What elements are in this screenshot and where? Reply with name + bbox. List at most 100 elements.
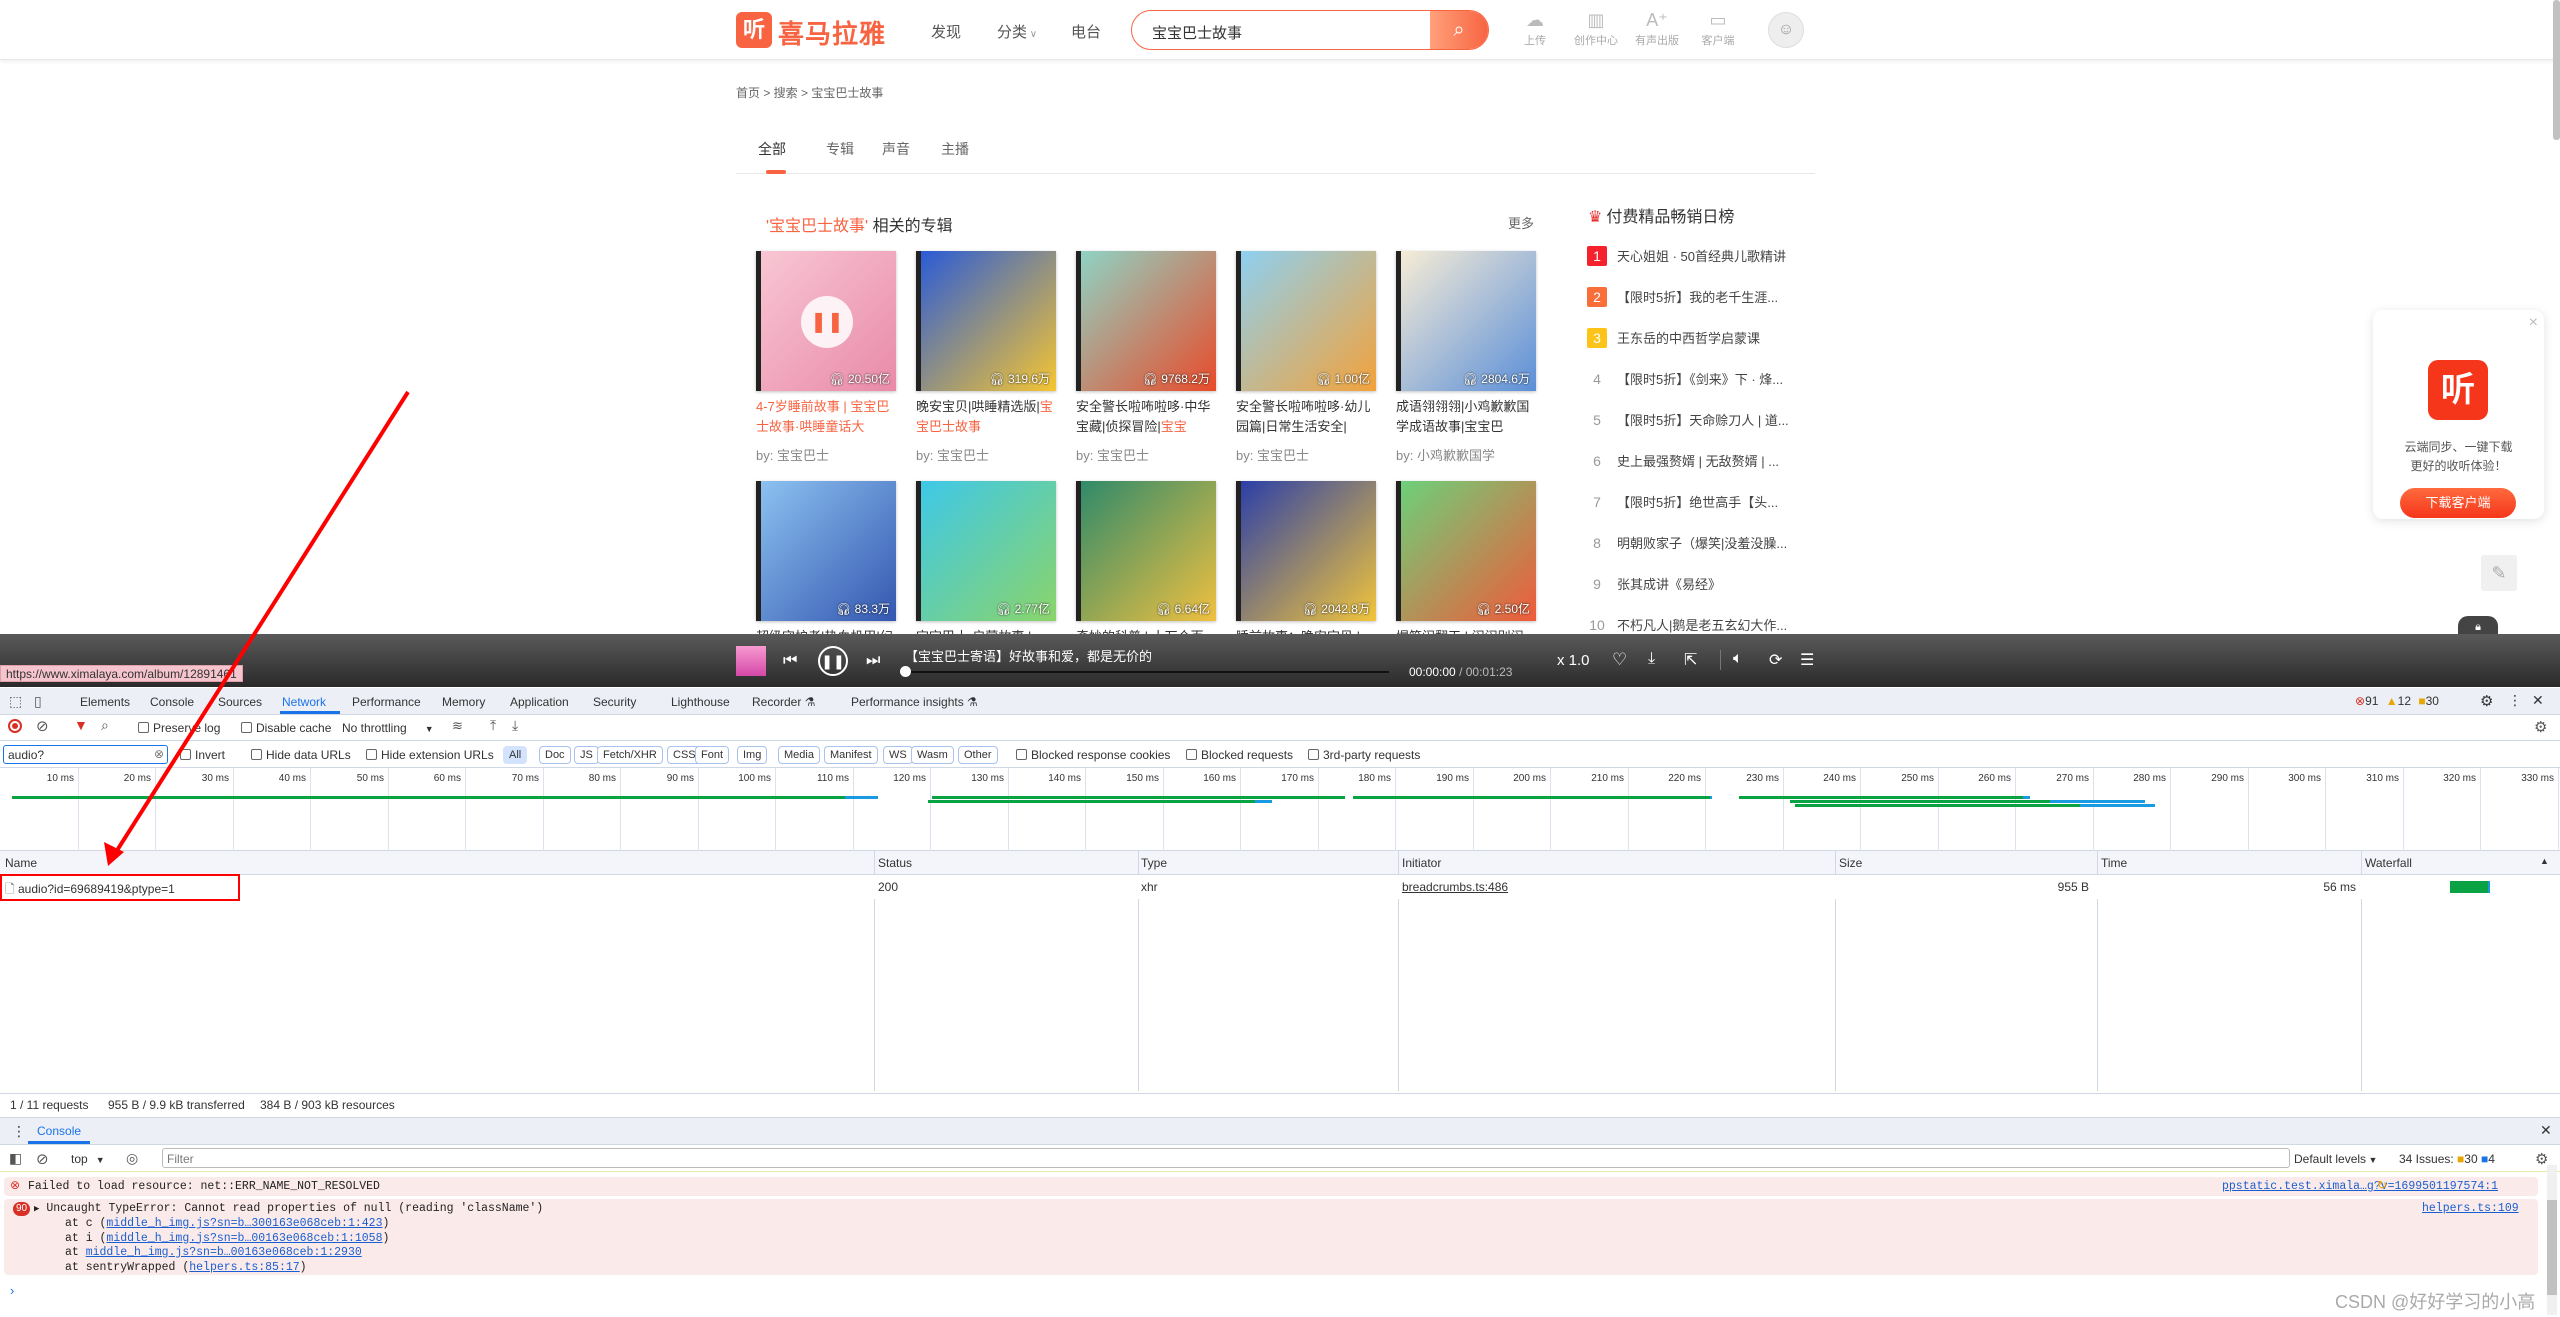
col-initiator[interactable]: Initiator (1402, 856, 1441, 870)
album-title[interactable]: 安全警长啦咘啦哆·幼儿园篇|日常生活安全| (1236, 397, 1376, 437)
album-cover[interactable]: 🎧︎ 2.77亿 (916, 481, 1056, 621)
album-cover[interactable]: 🎧︎ 2042.8万 (1236, 481, 1376, 621)
album-cover[interactable]: 🎧︎ 6.64亿 (1076, 481, 1216, 621)
nav-discover[interactable]: 发现 (931, 21, 961, 42)
album-card[interactable]: ❚❚ 🎧︎ 20.50亿 4-7岁睡前故事 | 宝宝巴士故事·哄睡童话大 by: 宝宝… (756, 251, 896, 464)
nav-category[interactable]: 分类 ∨ (997, 21, 1037, 42)
tab-albums[interactable]: 专辑 (826, 139, 854, 159)
album-author[interactable]: by: 宝宝巴士 (1076, 445, 1216, 464)
stack-link[interactable]: helpers.ts:85:17 (189, 1261, 299, 1274)
col-waterfall[interactable]: Waterfall (2365, 856, 2412, 870)
album-card[interactable]: 🎧︎ 319.6万 晚安宝贝|哄睡精选版|宝宝巴士故事 by: 宝宝巴士 (916, 251, 1056, 464)
album-author[interactable]: by: 宝宝巴士 (1236, 445, 1376, 464)
disable-cache-checkbox[interactable]: Disable cache (241, 721, 331, 735)
network-conditions-icon[interactable]: ≋ (452, 718, 463, 734)
hide-extension-urls-checkbox[interactable]: Hide extension URLs (366, 748, 494, 762)
rank-item[interactable]: 8 明朝败家子（爆笑|没羞没臊... (1587, 533, 1787, 553)
close-devtools-icon[interactable]: ✕ (2532, 692, 2544, 709)
live-expression-eye-icon[interactable]: ◎ (126, 1150, 138, 1167)
type-filter-wasm[interactable]: Wasm (911, 746, 954, 764)
header-button-1[interactable]: ▥ 创作中心 (1566, 10, 1626, 48)
prev-icon[interactable]: ⏮ (783, 652, 797, 670)
search-box[interactable]: 宝宝巴士故事 ⌕ (1131, 10, 1489, 50)
type-filter-fetchxhr[interactable]: Fetch/XHR (597, 746, 663, 764)
type-filter-js[interactable]: JS (574, 746, 599, 764)
devtools-tab-lighthouse[interactable]: Lighthouse (671, 695, 730, 709)
type-filter-ws[interactable]: WS (883, 746, 913, 764)
stack-link[interactable]: middle_h_img.js?sn=b…00163e068ceb:1:2930 (86, 1246, 362, 1259)
header-button-3[interactable]: ▭ 客户端 (1688, 10, 1748, 48)
drawer-tab-console[interactable]: Console (37, 1124, 81, 1138)
album-card[interactable]: 🎧︎ 9768.2万 安全警长啦咘啦哆·中华宝藏|侦探冒险|宝宝 by: 宝宝巴士 (1076, 251, 1216, 464)
clear-filter-icon[interactable]: ⊗ (154, 747, 164, 761)
blocked-requests-checkbox[interactable]: Blocked requests (1186, 748, 1293, 762)
logo-icon[interactable]: 听 (736, 12, 772, 48)
settings-icon[interactable]: ⚙ (2480, 692, 2493, 710)
volume-icon[interactable]: 🔈︎ (1733, 650, 1743, 668)
more-options-icon[interactable]: ⋮ (2508, 692, 2522, 709)
sort-up-icon[interactable]: ▲ (2540, 856, 2549, 866)
type-filter-img[interactable]: Img (737, 746, 768, 764)
album-card[interactable]: 🎧︎ 2804.6万成语翎翎翎|小鸡歉歉国学成语故事|宝宝巴 by: 小鸡歉歉国学 (1396, 251, 1536, 464)
album-cover[interactable]: 🎧︎ 9768.2万 (1076, 251, 1216, 391)
album-author[interactable]: by: 宝宝巴士 (916, 445, 1056, 464)
rank-item[interactable]: 5 【限时5折】天命赊刀人 | 道... (1587, 410, 1789, 430)
rank-item[interactable]: 3 王东岳的中西哲学启蒙课 (1587, 328, 1760, 348)
album-title[interactable]: 4-7岁睡前故事 | 宝宝巴士故事·哄睡童话大 (756, 397, 896, 437)
invert-checkbox[interactable]: Invert (180, 748, 225, 762)
nav-radio[interactable]: 电台 (1071, 21, 1101, 42)
error-1-source[interactable]: ppstatic.test.ximala…g?v=1699501197574:1 (2222, 1180, 2498, 1193)
type-filter-all[interactable]: All (503, 746, 528, 764)
console-filter-input[interactable]: Filter (162, 1148, 2290, 1168)
request-initiator[interactable]: breadcrumbs.ts:486 (1402, 880, 1508, 894)
album-title[interactable]: 晚安宝贝|哄睡精选版|宝宝巴士故事 (916, 397, 1056, 437)
album-cover[interactable]: ❚❚ 🎧︎ 20.50亿 (756, 251, 896, 391)
search-network-icon[interactable]: ⌕ (101, 717, 109, 734)
album-cover[interactable]: 🎧︎ 1.00亿 (1236, 251, 1376, 391)
pause-button[interactable]: ❚❚ (818, 646, 848, 676)
search-button[interactable]: ⌕ (1430, 11, 1488, 49)
drawer-menu-icon[interactable]: ⋮ (12, 1123, 26, 1140)
record-icon[interactable] (8, 719, 22, 733)
avatar[interactable]: ☺ (1768, 12, 1804, 48)
devtools-tab-performance-insights[interactable]: Performance insights ⚗ (851, 695, 978, 709)
devtools-tab-network[interactable]: Network (282, 695, 326, 709)
devtools-tab-security[interactable]: Security (593, 695, 636, 709)
throttling-select[interactable]: No throttling ▼ (342, 721, 434, 735)
album-card[interactable]: 🎧︎ 1.00亿安全警长啦咘啦哆·幼儿园篇|日常生活安全| by: 宝宝巴士 (1236, 251, 1376, 464)
album-cover[interactable]: 🎧︎ 2804.6万 (1396, 251, 1536, 391)
rank-item[interactable]: 9 张其成讲《易经》 (1587, 574, 1721, 594)
download-icon[interactable]: ⤓ (1648, 650, 1655, 668)
close-icon[interactable]: × (2529, 314, 2538, 332)
rank-item[interactable]: 10 不朽凡人|鹅是老五玄幻大作... (1587, 615, 1787, 635)
issue-counters[interactable]: ⊗91 ▲12 ■30 (2355, 694, 2439, 708)
export-har-icon[interactable]: ⤓ (512, 717, 518, 734)
speed-button[interactable]: x 1.0 (1557, 652, 1590, 669)
devtools-tab-memory[interactable]: Memory (442, 695, 485, 709)
log-levels-select[interactable]: Default levels ▼ (2294, 1152, 2377, 1166)
album-title[interactable]: 成语翎翎翎|小鸡歉歉国学成语故事|宝宝巴 (1396, 397, 1536, 437)
heart-icon[interactable]: ♡ (1612, 650, 1627, 670)
col-status[interactable]: Status (878, 856, 912, 870)
header-button-2[interactable]: A⁺ 有声出版 (1627, 10, 1687, 48)
album-author[interactable]: by: 宝宝巴士 (756, 445, 896, 464)
col-size[interactable]: Size (1839, 856, 1862, 870)
page-scrollbar[interactable] (2553, 0, 2560, 140)
feedback-icon[interactable]: ✎ (2481, 555, 2517, 591)
type-filter-doc[interactable]: Doc (539, 746, 571, 764)
device-toolbar-icon[interactable]: ▯ (34, 693, 42, 710)
album-author[interactable]: by: 小鸡歉歉国学 (1396, 445, 1536, 464)
sidebar-toggle-icon[interactable]: ◧ (9, 1150, 22, 1167)
type-filter-font[interactable]: Font (695, 746, 730, 764)
logo-text[interactable]: 喜马拉雅 (778, 14, 886, 51)
player-thumbnail[interactable] (736, 646, 766, 676)
context-select[interactable]: top ▼ (71, 1152, 105, 1166)
loop-icon[interactable]: ⟳ (1769, 650, 1782, 670)
preserve-log-checkbox[interactable]: Preserve log (138, 721, 220, 735)
filter-icon[interactable]: ▼ (74, 717, 88, 733)
next-icon[interactable]: ⏭ (866, 652, 880, 670)
rank-item[interactable]: 6 史上最强赘婿 | 无敌赘婿 | ... (1587, 451, 1779, 471)
type-filter-media[interactable]: Media (778, 746, 820, 764)
search-input[interactable]: 宝宝巴士故事 (1152, 22, 1242, 43)
console-scrollbar[interactable] (2547, 1165, 2557, 1315)
